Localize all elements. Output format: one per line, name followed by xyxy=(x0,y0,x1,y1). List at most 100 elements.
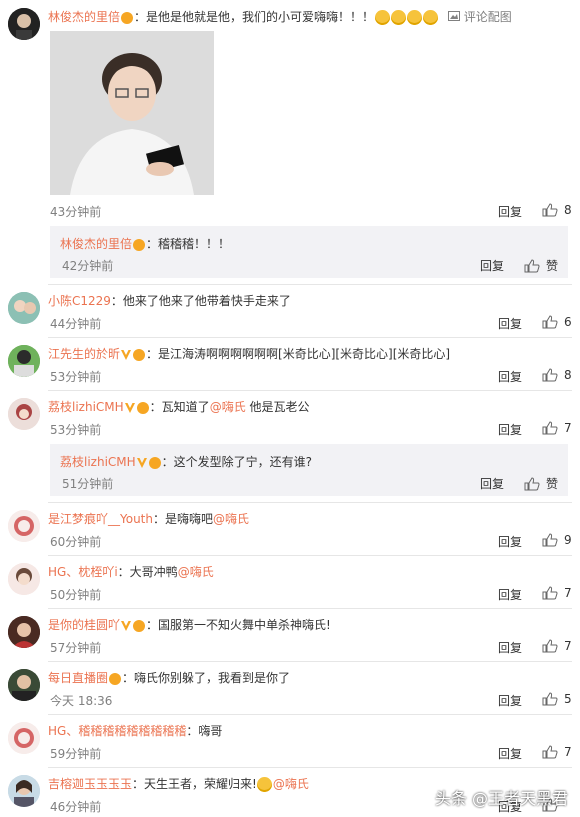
timestamp: 44分钟前 xyxy=(50,317,102,331)
thumbs-up-icon xyxy=(542,745,558,759)
fan-badge-icon xyxy=(121,11,134,24)
divider xyxy=(48,390,572,391)
like-button[interactable]: 赞 xyxy=(524,257,558,274)
comment-image-link[interactable]: 评论配图 xyxy=(464,10,512,24)
thumbs-up-icon xyxy=(542,692,558,706)
comment-text: HG、枕桎吖i：大哥冲鸭@嗨氏 xyxy=(48,565,214,579)
like-label: 赞 xyxy=(546,477,559,491)
fan-badge-icon xyxy=(133,348,146,361)
comment-image[interactable] xyxy=(50,31,214,195)
comment-text: HG、稽稽稽稽稽稽稽稽稽：嗨哥 xyxy=(48,724,223,738)
avatar[interactable] xyxy=(8,722,40,754)
avatar[interactable] xyxy=(8,8,40,40)
thumbs-up-icon xyxy=(542,586,558,600)
divider xyxy=(48,555,572,556)
timestamp: 57分钟前 xyxy=(50,641,102,655)
verified-icon xyxy=(121,620,132,631)
comment-text: 每日直播圈 ：嗨氏你别躲了，我看到是你了 xyxy=(48,671,291,685)
comment-text: 吉榕迦玉玉玉玉：天生王者，荣耀归来! @嗨氏 xyxy=(48,777,309,792)
comment-text: 荔枝lizhiCMH ：瓦知道了@嗨氏 他是瓦老公 xyxy=(48,400,310,414)
fan-badge-icon xyxy=(136,401,149,414)
avatar[interactable] xyxy=(8,563,40,595)
avatar[interactable] xyxy=(8,398,40,430)
username[interactable]: 是你的桂圆吖 xyxy=(48,618,120,632)
reply-button[interactable]: 回复 xyxy=(498,203,522,220)
mention-link[interactable]: @嗨氏 xyxy=(210,400,246,414)
reply-button[interactable]: 回复 xyxy=(498,315,522,332)
thumbs-up-icon xyxy=(524,476,540,490)
username[interactable]: 小陈C1229 xyxy=(48,294,111,308)
like-count: 9 xyxy=(564,533,572,547)
username[interactable]: 吉榕迦玉玉玉玉 xyxy=(48,777,132,791)
username[interactable]: HG、枕桎吖i xyxy=(48,565,118,579)
avatar[interactable] xyxy=(8,510,40,542)
mention-link[interactable]: @嗨氏 xyxy=(178,565,214,579)
emoji-icon xyxy=(422,10,438,25)
like-count: 7 xyxy=(564,421,572,435)
like-button[interactable]: 7 xyxy=(542,745,572,759)
divider xyxy=(48,608,572,609)
divider xyxy=(48,767,572,768)
username[interactable]: 每日直播圈 xyxy=(48,671,108,685)
fan-badge-icon xyxy=(109,672,122,685)
avatar[interactable] xyxy=(8,292,40,324)
thumbs-up-icon xyxy=(542,421,558,435)
username[interactable]: 林俊杰的里倍 xyxy=(48,10,120,24)
like-button[interactable]: 6 xyxy=(542,315,572,329)
avatar[interactable] xyxy=(8,669,40,701)
like-button[interactable]: 7 xyxy=(542,639,572,653)
watermark: 头条 @王者天黑君 xyxy=(434,789,568,808)
timestamp: 53分钟前 xyxy=(50,423,102,437)
like-count: 7 xyxy=(564,586,572,600)
reply-button[interactable]: 回复 xyxy=(498,745,522,762)
like-count: 7 xyxy=(564,745,572,759)
username[interactable]: 是江梦痕吖__Youth xyxy=(48,512,153,526)
emoji-icon xyxy=(374,10,390,25)
like-button[interactable]: 赞 xyxy=(524,475,558,492)
divider xyxy=(48,502,572,503)
reply-button[interactable]: 回复 xyxy=(498,692,522,709)
like-count: 7 xyxy=(564,639,572,653)
reply-button[interactable]: 回复 xyxy=(480,475,504,492)
comment-text: 是你的桂圆吖 ：国服第一不知火舞中单杀神嗨氏! xyxy=(48,618,331,632)
avatar[interactable] xyxy=(8,775,40,807)
username[interactable]: 林俊杰的里倍 xyxy=(60,237,132,251)
avatar[interactable] xyxy=(8,345,40,377)
divider xyxy=(48,661,572,662)
username[interactable]: 江先生的於昕 xyxy=(48,347,120,361)
emoji-icon xyxy=(390,10,406,25)
thumbs-up-icon xyxy=(542,639,558,653)
like-button[interactable]: 8 xyxy=(542,368,572,382)
reply-button[interactable]: 回复 xyxy=(498,421,522,438)
reply-button[interactable]: 回复 xyxy=(480,257,504,274)
reply-button[interactable]: 回复 xyxy=(498,533,522,550)
like-label: 赞 xyxy=(546,259,559,273)
like-button[interactable]: 8 xyxy=(542,203,572,217)
like-button[interactable]: 7 xyxy=(542,586,572,600)
reply-text: 荔枝lizhiCMH ：这个发型除了宁，还有谁? xyxy=(60,455,313,469)
reply-button[interactable]: 回复 xyxy=(498,639,522,656)
reply-button[interactable]: 回复 xyxy=(498,368,522,385)
like-count: 5 xyxy=(564,692,572,706)
username[interactable]: 荔枝lizhiCMH xyxy=(48,400,124,414)
like-button[interactable]: 7 xyxy=(542,421,572,435)
verified-icon xyxy=(121,349,132,360)
reply-button[interactable]: 回复 xyxy=(498,586,522,603)
like-button[interactable]: 5 xyxy=(542,692,572,706)
divider xyxy=(48,714,572,715)
fan-badge-icon xyxy=(133,238,146,251)
comment-text: 江先生的於昕 ：是江海涛啊啊啊啊啊啊[米奇比心][米奇比心][米奇比心] xyxy=(48,347,451,361)
username[interactable]: HG、稽稽稽稽稽稽稽稽稽 xyxy=(48,724,186,738)
like-count: 8 xyxy=(564,203,572,217)
avatar[interactable] xyxy=(8,616,40,648)
divider xyxy=(48,284,572,285)
timestamp: 59分钟前 xyxy=(50,747,102,761)
username[interactable]: 荔枝lizhiCMH xyxy=(60,455,136,469)
comment-text: 林俊杰的里倍 ：是他是他就是他，我们的小可爱嗨嗨！！！ 评论配图 xyxy=(48,10,512,25)
mention-link[interactable]: @嗨氏 xyxy=(213,512,249,526)
timestamp: 53分钟前 xyxy=(50,370,102,384)
like-button[interactable]: 9 xyxy=(542,533,572,547)
mention-link[interactable]: @嗨氏 xyxy=(273,777,309,791)
comment-text: 小陈C1229：他来了他来了他带着快手走来了 xyxy=(48,294,291,308)
fan-badge-icon xyxy=(148,456,161,469)
